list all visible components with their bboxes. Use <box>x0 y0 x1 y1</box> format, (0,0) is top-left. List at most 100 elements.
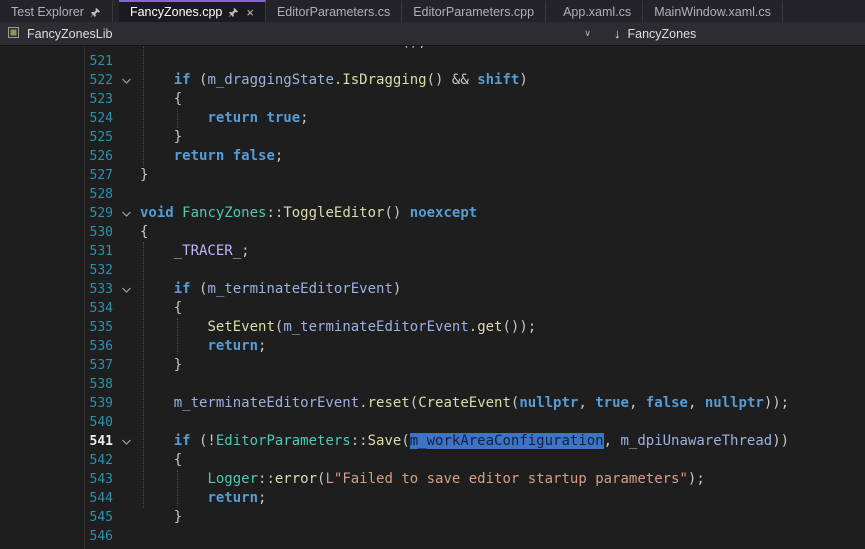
line-number[interactable]: 528 <box>0 185 113 204</box>
line-number[interactable]: 539 <box>0 394 113 413</box>
chevron-down-icon[interactable]: ∨ <box>584 28 600 39</box>
line-number[interactable]: 543 <box>0 470 113 489</box>
code-line-521[interactable]: 521 <box>0 52 865 71</box>
code-token <box>140 281 174 297</box>
code-text[interactable] <box>140 527 865 546</box>
code-area[interactable]: bool shift = IsShiftPressed();521522 if … <box>0 46 865 549</box>
code-text[interactable] <box>140 261 865 280</box>
code-line-533[interactable]: 533 if (m_terminateEditorEvent) <box>0 280 865 299</box>
code-text[interactable]: Logger::error(L"Failed to save editor st… <box>140 470 865 489</box>
pin-icon[interactable] <box>228 7 239 18</box>
code-line-544[interactable]: 544 return; <box>0 489 865 508</box>
code-line-535[interactable]: 535 SetEvent(m_terminateEditorEvent.get(… <box>0 318 865 337</box>
code-text[interactable]: { <box>140 223 865 242</box>
code-text[interactable]: return; <box>140 489 865 508</box>
tab-editorparameters-cs[interactable]: EditorParameters.cs <box>266 0 402 22</box>
code-line-541[interactable]: 541 if (!EditorParameters::Save(m_workAr… <box>0 432 865 451</box>
code-text[interactable]: _TRACER_; <box>140 242 865 261</box>
code-text[interactable] <box>140 52 865 71</box>
tab-test-explorer[interactable]: Test Explorer <box>0 0 113 22</box>
code-line-543[interactable]: 543 Logger::error(L"Failed to save edito… <box>0 470 865 489</box>
line-number[interactable]: 537 <box>0 356 113 375</box>
line-number[interactable]: 530 <box>0 223 113 242</box>
code-text[interactable]: m_terminateEditorEvent.reset(CreateEvent… <box>140 394 865 413</box>
code-text[interactable]: } <box>140 128 865 147</box>
code-text[interactable]: void FancyZones::ToggleEditor() noexcept <box>140 204 865 223</box>
fold-chevron-icon[interactable] <box>113 71 140 90</box>
code-line-542[interactable]: 542 { <box>0 451 865 470</box>
line-number[interactable]: 534 <box>0 299 113 318</box>
line-number[interactable]: 546 <box>0 527 113 546</box>
code-line-534[interactable]: 534 { <box>0 299 865 318</box>
code-line-527[interactable]: 527} <box>0 166 865 185</box>
line-number[interactable]: 542 <box>0 451 113 470</box>
code-text[interactable]: if (!EditorParameters::Save(m_workAreaCo… <box>140 432 865 451</box>
code-text[interactable]: { <box>140 451 865 470</box>
code-text[interactable]: SetEvent(m_terminateEditorEvent.get()); <box>140 318 865 337</box>
line-number[interactable]: 526 <box>0 147 113 166</box>
line-number[interactable]: 540 <box>0 413 113 432</box>
code-text[interactable]: } <box>140 508 865 527</box>
code-text[interactable]: { <box>140 299 865 318</box>
line-number[interactable]: 531 <box>0 242 113 261</box>
tab-fancyzones-cpp[interactable]: FancyZones.cpp× <box>119 0 266 22</box>
code-line-522[interactable]: 522 if (m_draggingState.IsDragging() && … <box>0 71 865 90</box>
code-line-545[interactable]: 545 } <box>0 508 865 527</box>
code-text[interactable] <box>140 413 865 432</box>
project-dropdown[interactable]: FancyZonesLib ∨ <box>0 26 600 42</box>
code-line-529[interactable]: 529 void FancyZones::ToggleEditor() noexc… <box>0 204 865 223</box>
member-dropdown-label: FancyZones <box>628 27 697 41</box>
line-number[interactable]: 544 <box>0 489 113 508</box>
selected-token[interactable]: m_workAreaConfiguration <box>410 433 604 449</box>
member-dropdown[interactable]: ↓ FancyZones <box>600 27 696 41</box>
code-text[interactable]: } <box>140 356 865 375</box>
code-line-530[interactable]: 530 { <box>0 223 865 242</box>
code-text[interactable]: return; <box>140 337 865 356</box>
code-text[interactable]: { <box>140 90 865 109</box>
line-number[interactable]: 529 <box>0 204 113 223</box>
code-editor[interactable]: bool shift = IsShiftPressed();521522 if … <box>0 46 865 549</box>
line-number[interactable]: 522 <box>0 71 113 90</box>
line-number[interactable]: 533 <box>0 280 113 299</box>
code-line-538[interactable]: 538 <box>0 375 865 394</box>
code-text[interactable]: } <box>140 166 865 185</box>
line-number[interactable]: 524 <box>0 109 113 128</box>
code-line-526[interactable]: 526 return false; <box>0 147 865 166</box>
tab-app-xaml-cs[interactable]: App.xaml.cs <box>552 0 643 22</box>
tab-mainwindow-xaml-cs[interactable]: MainWindow.xaml.cs <box>643 0 783 22</box>
code-line-539[interactable]: 539 m_terminateEditorEvent.reset(CreateE… <box>0 394 865 413</box>
code-line-524[interactable]: 524 return true; <box>0 109 865 128</box>
code-line-531[interactable]: 531 _TRACER_; <box>0 242 865 261</box>
code-text[interactable]: return true; <box>140 109 865 128</box>
code-text[interactable] <box>140 375 865 394</box>
line-number[interactable]: 545 <box>0 508 113 527</box>
code-line-532[interactable]: 532 <box>0 261 865 280</box>
line-number[interactable]: 532 <box>0 261 113 280</box>
fold-chevron-icon[interactable] <box>113 204 140 223</box>
code-text[interactable]: if (m_draggingState.IsDragging() && shif… <box>140 71 865 90</box>
code-line-528[interactable]: 528 <box>0 185 865 204</box>
code-line-523[interactable]: 523 { <box>0 90 865 109</box>
code-text[interactable]: return false; <box>140 147 865 166</box>
fold-chevron-icon[interactable] <box>113 432 140 451</box>
pin-icon[interactable] <box>90 7 101 18</box>
code-line-537[interactable]: 537 } <box>0 356 865 375</box>
code-line-525[interactable]: 525 } <box>0 128 865 147</box>
code-text[interactable]: if (m_terminateEditorEvent) <box>140 280 865 299</box>
line-number[interactable]: 538 <box>0 375 113 394</box>
line-number[interactable]: 541 <box>0 432 113 451</box>
code-line-536[interactable]: 536 return; <box>0 337 865 356</box>
tab-editorparameters-cpp[interactable]: EditorParameters.cpp <box>402 0 546 22</box>
close-icon[interactable]: × <box>246 6 254 19</box>
line-number[interactable]: 535 <box>0 318 113 337</box>
line-number[interactable]: 521 <box>0 52 113 71</box>
fold-chevron-icon[interactable] <box>113 280 140 299</box>
code-line-546[interactable]: 546 <box>0 527 865 546</box>
line-number[interactable]: 523 <box>0 90 113 109</box>
line-number[interactable]: 536 <box>0 337 113 356</box>
fold-spacer <box>113 489 140 508</box>
code-line-540[interactable]: 540 <box>0 413 865 432</box>
line-number[interactable]: 525 <box>0 128 113 147</box>
line-number[interactable]: 527 <box>0 166 113 185</box>
code-text[interactable] <box>140 185 865 204</box>
